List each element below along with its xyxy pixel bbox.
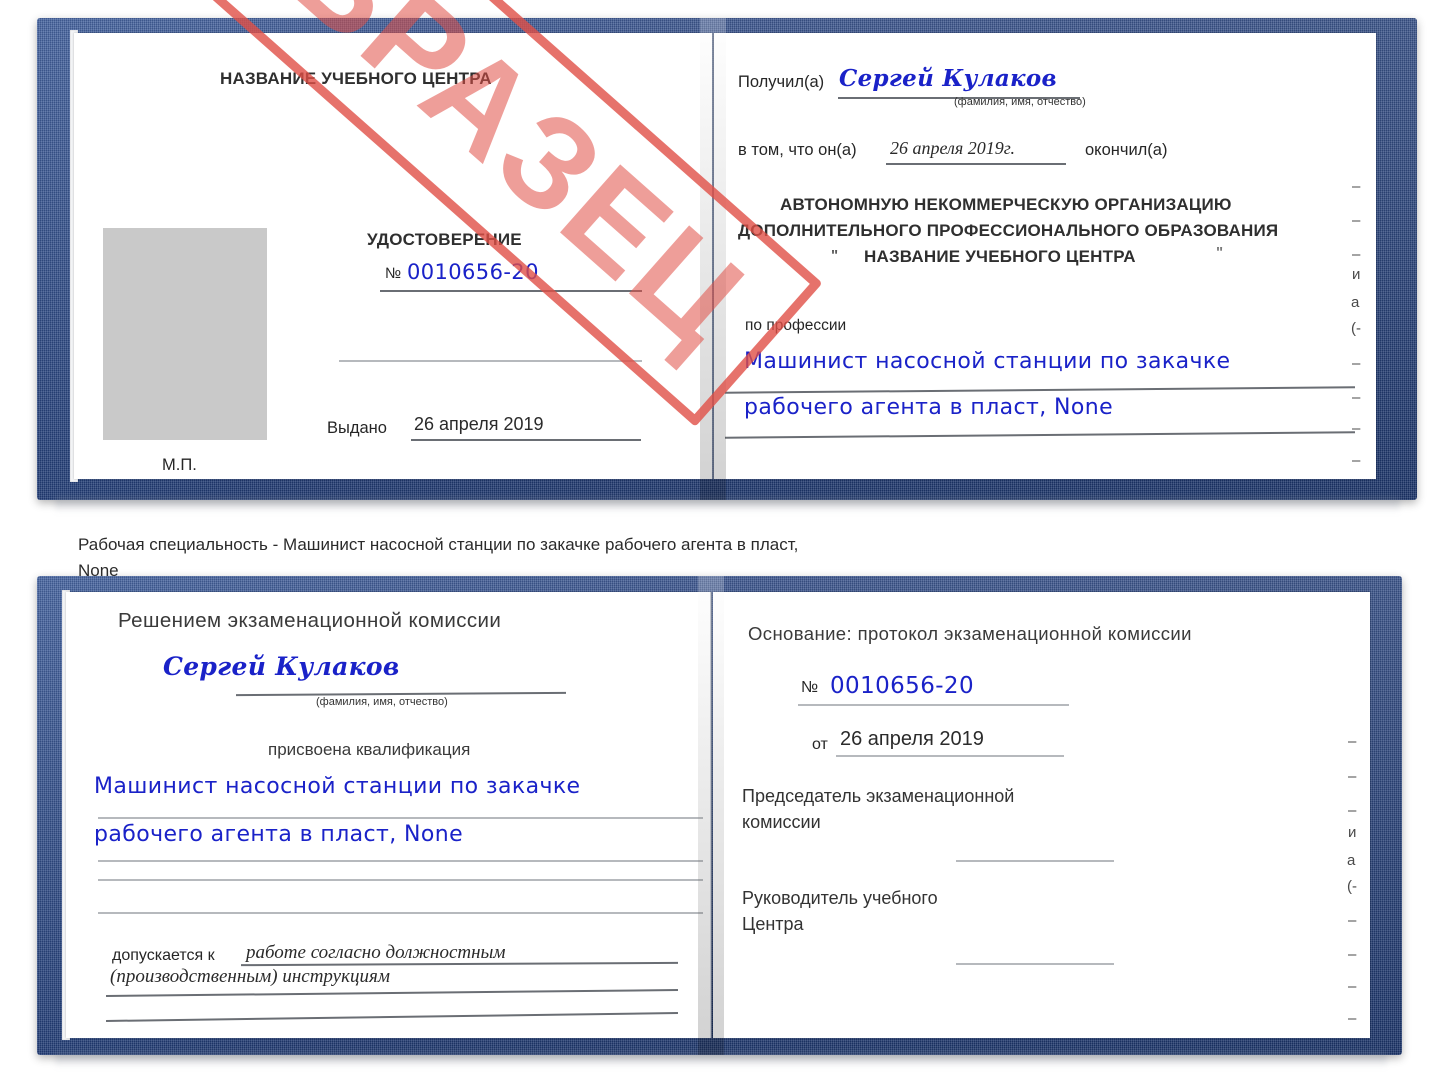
in-that-label: в том, что он(а) [738,141,857,159]
protocol-from-label: от [812,736,828,753]
edge-fragment-top-10: – [1352,452,1361,469]
finished-label: окончил(а) [1085,141,1168,159]
certificate-top-shadow [55,497,1400,513]
qualification-rule-4 [98,912,703,914]
certificate-top-spine [712,33,714,479]
issued-date-value: 26 апреля 2019 [414,414,544,434]
edge-fragment-bottom-6: (- [1347,878,1357,895]
basis-protocol-label: Основание: протокол экзаменационной коми… [748,623,1192,644]
protocol-number-value: 0010656-20 [830,673,974,699]
fio-hint-bottom: (фамилия, имя, отчество) [316,696,448,708]
received-label: Получил(а) [738,73,825,91]
issued-date-rule [411,439,641,441]
edge-fragment-top-1: – [1352,178,1361,195]
commission-decision-heading: Решением экзаменационной комиссии [118,609,502,632]
blank-rule-1 [339,360,642,362]
edge-fragment-top-3: – [1352,246,1361,263]
issued-label: Выдано [327,419,387,437]
training-center-name-top-left: НАЗВАНИЕ УЧЕБНОГО ЦЕНТРА [220,69,492,88]
admitted-rule-2 [106,989,678,997]
qualification-label: присвоена квалификация [268,740,471,759]
seal-place-label: М.П. [162,456,197,474]
edge-fragment-top-5: а [1351,294,1360,311]
organization-line-3: НАЗВАНИЕ УЧЕБНОГО ЦЕНТРА [864,247,1136,266]
edge-fragment-bottom-4: и [1348,824,1357,841]
caption-line-1: Рабочая специальность - Машинист насосно… [78,535,799,554]
organization-quote-close: " [1216,244,1224,261]
profession-label: по профессии [745,317,847,334]
certificate-number-value: 0010656-20 [407,260,539,284]
qualification-rule-2 [98,860,703,862]
admitted-line-1: работе согласно должностным [246,942,506,963]
certificate-bottom-spine [710,592,712,1038]
qualification-rule-3 [98,879,703,881]
profession-rule-1 [725,386,1355,394]
fio-hint-top: (фамилия, имя, отчество) [954,96,1086,108]
certificate-bottom-left-page: Решением экзаменационной комиссии Сергей… [66,592,711,1038]
photo-placeholder [103,228,267,440]
certificate-number-symbol: № [385,265,402,282]
in-that-date-rule [886,163,1066,165]
certificate-number-rule [380,290,642,292]
admitted-rule-3 [106,1012,678,1022]
organization-quote-open: " [831,247,839,264]
protocol-from-value: 26 апреля 2019 [840,728,984,750]
protocol-from-rule [836,755,1064,757]
edge-fragment-bottom-9: – [1348,978,1357,995]
edge-fragment-bottom-2: – [1348,768,1357,785]
profession-rule-2 [725,431,1355,439]
chairman-line-2: комиссии [742,812,821,832]
protocol-number-symbol: № [801,679,819,696]
in-that-date-value: 26 апреля 2019г. [890,138,1016,158]
admitted-line-2: (производственным) инструкциям [110,966,390,987]
qualification-line-1: Машинист насосной станции по закачке [94,774,581,799]
chairman-signature-rule [956,860,1114,862]
protocol-number-rule [798,704,1069,706]
admitted-label: допускается к [112,947,215,964]
certificate-bottom-right-page: Основание: протокол экзаменационной коми… [713,592,1370,1038]
qualification-line-2: рабочего агента в пласт, None [94,822,464,847]
certificate-top-left-page: НАЗВАНИЕ УЧЕБНОГО ЦЕНТРА УДОСТОВЕРЕНИЕ №… [74,33,712,479]
edge-fragment-bottom-1: – [1348,733,1357,750]
received-name-value: Сергей Кулаков [839,65,1057,92]
bottom-name-value: Сергей Кулаков [163,652,400,681]
organization-line-2: ДОПОЛНИТЕЛЬНОГО ПРОФЕССИОНАЛЬНОГО ОБРАЗО… [738,221,1279,240]
head-of-center-line-1: Руководитель учебного [742,888,938,908]
certificate-top-right-page: Получил(а) Сергей Кулаков (фамилия, имя,… [714,33,1376,479]
head-of-center-signature-rule [956,963,1114,965]
edge-fragment-bottom-10: – [1348,1010,1357,1027]
edge-fragment-top-2: – [1352,212,1361,229]
edge-fragment-bottom-5: а [1347,852,1356,869]
edge-fragment-top-8: – [1352,389,1361,406]
organization-line-1: АВТОНОМНУЮ НЕКОММЕРЧЕСКУЮ ОРГАНИЗАЦИЮ [780,195,1232,214]
edge-fragment-bottom-3: – [1348,802,1357,819]
edge-fragment-top-9: – [1352,420,1361,437]
profession-line-1: Машинист насосной станции по закачке [744,349,1231,374]
edge-fragment-top-4: и [1352,266,1361,283]
edge-fragment-bottom-7: – [1348,912,1357,929]
caption-line-2: None [78,561,119,581]
caption-text: Рабочая специальность - Машинист насосно… [78,532,1078,585]
chairman-line-1: Председатель экзаменационной [742,786,1015,806]
edge-fragment-bottom-8: – [1348,946,1357,963]
edge-fragment-top-6: (- [1351,320,1361,337]
certificate-title-udostoverenie: УДОСТОВЕРЕНИЕ [367,230,522,249]
certificate-sample-image: НАЗВАНИЕ УЧЕБНОГО ЦЕНТРА УДОСТОВЕРЕНИЕ №… [0,0,1448,1085]
edge-fragment-top-7: – [1352,355,1361,372]
qualification-rule-1 [98,817,703,819]
profession-line-2: рабочего агента в пласт, None [744,395,1114,420]
head-of-center-line-2: Центра [742,914,804,934]
